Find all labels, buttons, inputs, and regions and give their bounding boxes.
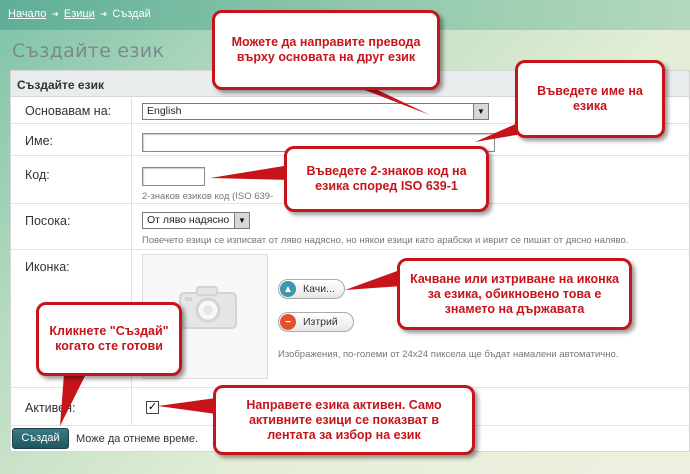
footer-note: Може да отнеме време.	[76, 433, 199, 445]
callout-click-create: Кликнете "Създай" когато сте готови	[36, 302, 182, 376]
breadcrumb: Начало ➜ Езици ➜ Създай	[8, 8, 151, 20]
delete-button-label: Изтрий	[303, 316, 338, 328]
active-label: Активен:	[25, 401, 76, 415]
code-hint: 2-знаков езиков код (ISO 639-	[142, 191, 274, 202]
breadcrumb-separator-icon: ➜	[51, 8, 59, 19]
delete-button[interactable]: − Изтрий	[278, 312, 354, 332]
camera-placeholder-icon	[179, 286, 237, 329]
callout-upload-icon: Качване или изтриване на иконка за езика…	[397, 258, 632, 330]
breadcrumb-home-link[interactable]: Начало	[8, 8, 46, 20]
base-language-value: English	[147, 105, 182, 117]
upload-icon: ▲	[280, 281, 296, 297]
active-checkbox[interactable]: ✓	[146, 401, 159, 414]
callout-enter-code: Въведете 2-знаков код на езика според IS…	[284, 146, 489, 212]
direction-label: Посока:	[25, 214, 71, 228]
breadcrumb-languages-link[interactable]: Езици	[64, 8, 95, 20]
code-input[interactable]	[142, 167, 205, 186]
breadcrumb-separator-icon: ➜	[99, 8, 108, 19]
icon-hint: Изображения, по-големи от 24x24 пиксела …	[278, 349, 619, 360]
page-title: Създайте език	[12, 40, 165, 62]
delete-icon: −	[280, 314, 296, 330]
create-button[interactable]: Създай	[12, 428, 69, 449]
base-language-select[interactable]: English ▼	[142, 103, 489, 120]
code-label: Код:	[25, 168, 50, 182]
breadcrumb-current: Създай	[112, 8, 151, 20]
icon-label: Иконка:	[25, 260, 70, 274]
upload-button-label: Качи...	[303, 283, 335, 295]
base-language-label: Основавам на:	[25, 104, 112, 118]
upload-button[interactable]: ▲ Качи...	[278, 279, 345, 299]
callout-translate: Можете да направите превода върху основа…	[212, 10, 440, 90]
dropdown-arrow-icon: ▼	[473, 104, 488, 119]
callout-enter-name: Въведете име на езика	[515, 60, 665, 138]
dropdown-arrow-icon: ▼	[234, 213, 249, 228]
direction-select[interactable]: От ляво надясно ▼	[142, 212, 250, 229]
name-label: Име:	[25, 134, 54, 148]
direction-hint: Повечето езици се изписват от ляво надяс…	[142, 235, 629, 246]
callout-make-active: Направете езика активен. Само активните …	[213, 385, 475, 455]
direction-value: От ляво надясно	[147, 214, 230, 226]
